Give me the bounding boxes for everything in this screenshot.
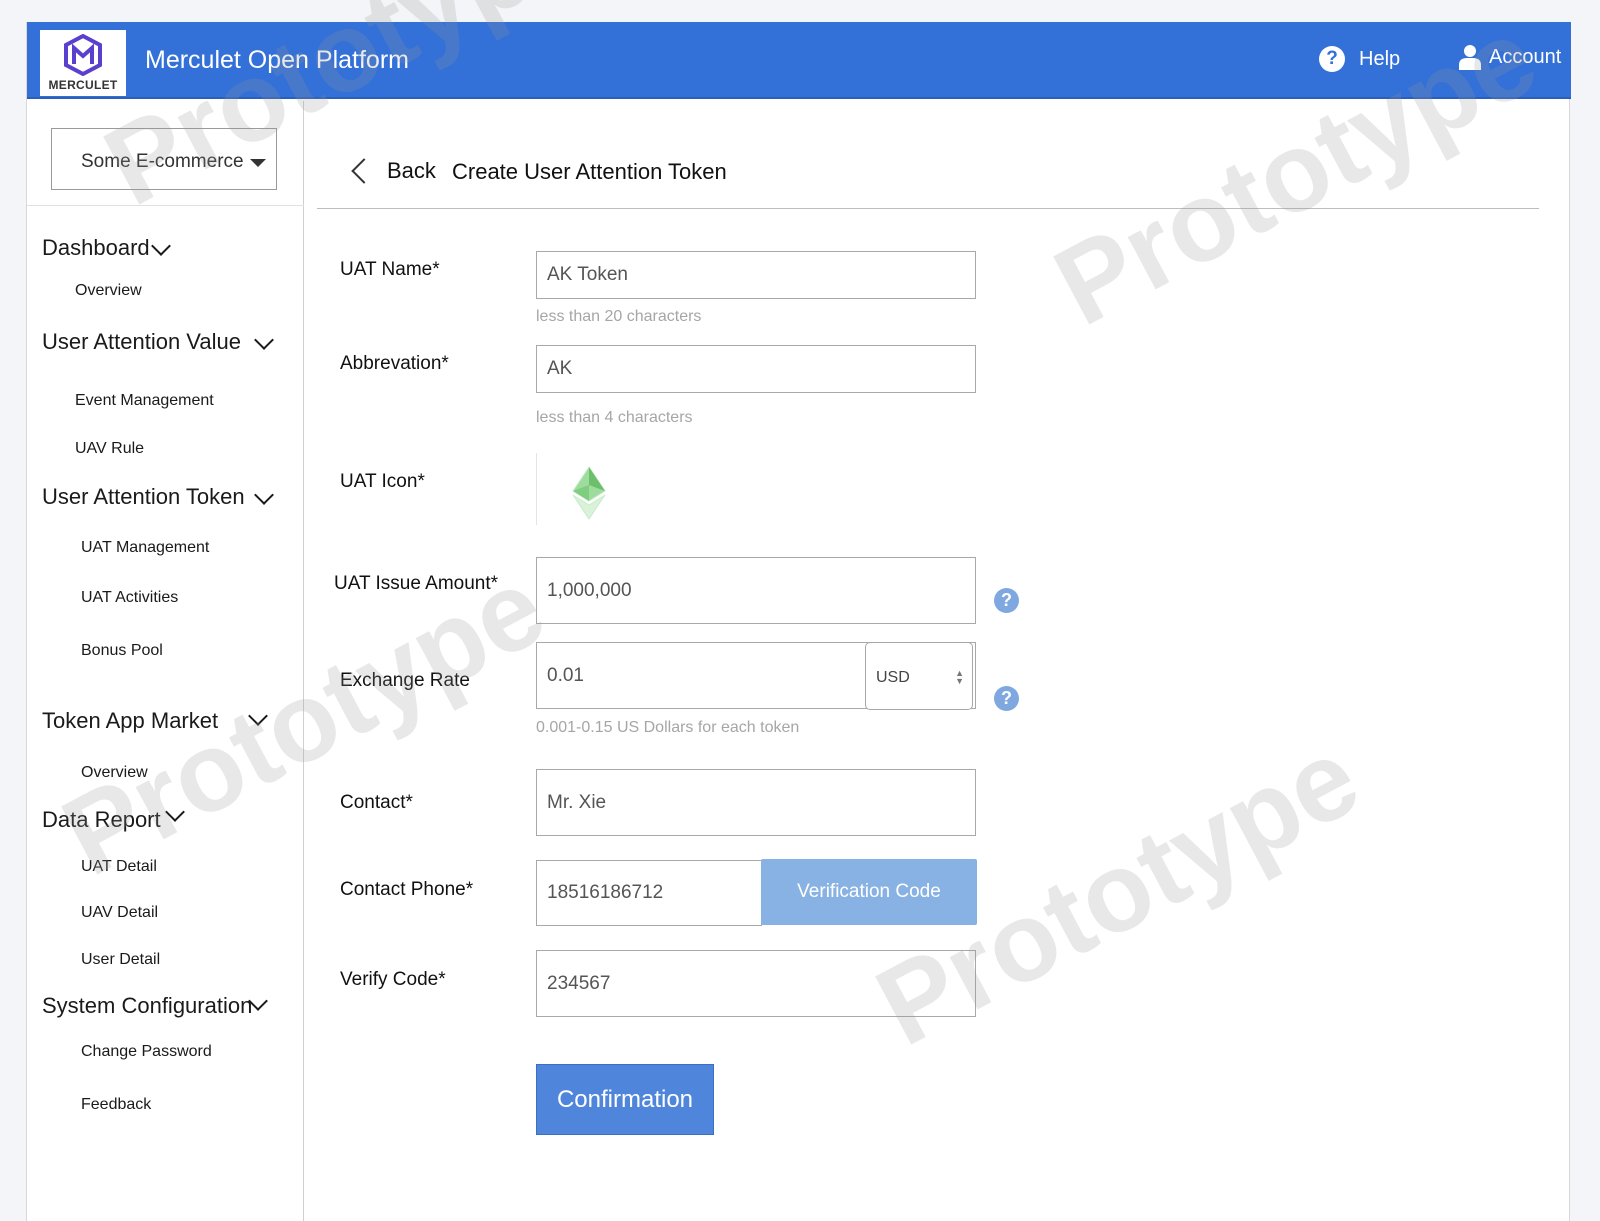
uat-icon-label: UAT Icon* <box>340 471 425 492</box>
abbreviation-label: Abbrevation* <box>340 353 449 374</box>
sidebar: Some E-commerce Dashboard Overview User … <box>27 101 304 1221</box>
currency-select[interactable]: USD ▲ ▼ <box>865 642 973 710</box>
sidebar-item-uat-management[interactable]: UAT Management <box>81 539 209 557</box>
uat-name-label: UAT Name* <box>340 259 440 280</box>
abbreviation-input[interactable]: AK <box>536 345 976 393</box>
contact-phone-input[interactable]: 18516186712 <box>536 860 762 926</box>
sidebar-section-label: User Attention Value <box>42 329 241 354</box>
sidebar-section-label: Data Report <box>42 807 161 832</box>
account-label: Account <box>1489 45 1562 68</box>
verification-code-button[interactable]: Verification Code <box>761 859 977 925</box>
uat-name-value: AK Token <box>547 264 628 285</box>
account-link[interactable]: Account <box>1459 44 1561 70</box>
sidebar-section-data-report[interactable]: Data Report <box>42 807 161 833</box>
sidebar-section-system-configuration[interactable]: System Configuration <box>42 993 252 1019</box>
contact-phone-value: 18516186712 <box>547 882 664 903</box>
chevron-left-icon <box>351 158 377 184</box>
contact-value: Mr. Xie <box>547 791 607 813</box>
exchange-rate-help-icon[interactable]: ? <box>994 686 1019 711</box>
help-label: Help <box>1359 47 1401 70</box>
chevron-down-icon[interactable] <box>254 330 274 350</box>
back-label: Back <box>387 158 436 183</box>
app-title: Merculet Open Platform <box>145 46 409 74</box>
sidebar-item-uav-detail[interactable]: UAV Detail <box>81 904 158 922</box>
sidebar-item-user-detail[interactable]: User Detail <box>81 951 160 969</box>
chevron-down-icon[interactable] <box>165 802 185 822</box>
currency-select-value: USD <box>876 669 910 686</box>
sidebar-item-market-overview[interactable]: Overview <box>81 764 148 782</box>
sidebar-section-label: User Attention Token <box>42 484 245 509</box>
chevron-down-icon[interactable] <box>151 236 171 256</box>
issue-amount-value: 1,000,000 <box>547 579 632 601</box>
sidebar-item-bonus-pool[interactable]: Bonus Pool <box>81 642 163 660</box>
title-divider <box>317 208 1539 209</box>
organization-select-value: Some E-commerce <box>81 151 244 172</box>
chevron-down-icon[interactable] <box>254 485 274 505</box>
abbreviation-hint: less than 4 characters <box>536 409 693 426</box>
uat-name-input[interactable]: AK Token <box>536 251 976 299</box>
exchange-rate-hint: 0.001-0.15 US Dollars for each token <box>536 719 800 736</box>
help-circle-icon: ? <box>1319 46 1345 72</box>
sidebar-item-feedback[interactable]: Feedback <box>81 1096 151 1114</box>
organization-select[interactable]: Some E-commerce <box>51 128 277 190</box>
merculet-logo[interactable]: MERCULET <box>40 30 126 96</box>
sidebar-section-label: Token App Market <box>42 708 219 733</box>
sidebar-section-label: System Configuration <box>42 993 253 1018</box>
sidebar-section-user-attention-value[interactable]: User Attention Value <box>42 329 241 355</box>
abbreviation-value: AK <box>547 358 573 379</box>
sidebar-item-uat-detail[interactable]: UAT Detail <box>81 858 157 876</box>
merculet-logo-icon <box>64 34 102 76</box>
uat-name-hint: less than 20 characters <box>536 308 702 325</box>
sidebar-item-event-management[interactable]: Event Management <box>75 392 214 410</box>
app-frame: MERCULET Merculet Open Platform ? Help A… <box>26 0 1571 1221</box>
contact-phone-label: Contact Phone* <box>340 879 474 900</box>
page-title: Create User Attention Token <box>452 159 727 184</box>
confirmation-button[interactable]: Confirmation <box>536 1064 714 1135</box>
user-icon <box>1459 45 1481 70</box>
contact-label: Contact* <box>340 792 413 813</box>
issue-amount-help-icon[interactable]: ? <box>994 588 1019 613</box>
sidebar-item-change-password[interactable]: Change Password <box>81 1043 212 1061</box>
chevron-down-icon[interactable] <box>248 706 268 726</box>
issue-amount-label: UAT Issue Amount* <box>334 573 499 594</box>
sidebar-section-dashboard[interactable]: Dashboard <box>42 235 150 261</box>
sidebar-item-dashboard-overview[interactable]: Overview <box>75 282 142 300</box>
verify-code-value: 234567 <box>547 972 611 994</box>
sidebar-section-token-app-market[interactable]: Token App Market <box>42 708 218 734</box>
exchange-rate-label: Exchange Rate <box>340 670 470 691</box>
token-gem-icon <box>572 466 606 520</box>
sidebar-section-user-attention-token[interactable]: User Attention Token <box>42 484 245 510</box>
help-link[interactable]: ? Help <box>1319 46 1400 72</box>
back-button[interactable]: Back <box>349 158 436 184</box>
caret-down-icon <box>250 159 266 167</box>
sidebar-item-uat-activities[interactable]: UAT Activities <box>81 589 178 607</box>
uat-icon-upload[interactable] <box>536 453 626 525</box>
issue-amount-input[interactable]: 1,000,000 <box>536 557 976 624</box>
top-header: MERCULET Merculet Open Platform ? Help A… <box>27 22 1571 99</box>
verify-code-input[interactable]: 234567 <box>536 950 976 1017</box>
exchange-rate-value: 0.01 <box>547 664 584 686</box>
logo-text: MERCULET <box>48 78 118 92</box>
verify-code-label: Verify Code* <box>340 969 446 990</box>
sidebar-divider <box>27 205 304 206</box>
sidebar-item-uav-rule[interactable]: UAV Rule <box>75 440 144 458</box>
sidebar-section-label: Dashboard <box>42 235 150 260</box>
select-arrows-icon: ▲ ▼ <box>955 668 964 686</box>
contact-input[interactable]: Mr. Xie <box>536 769 976 836</box>
